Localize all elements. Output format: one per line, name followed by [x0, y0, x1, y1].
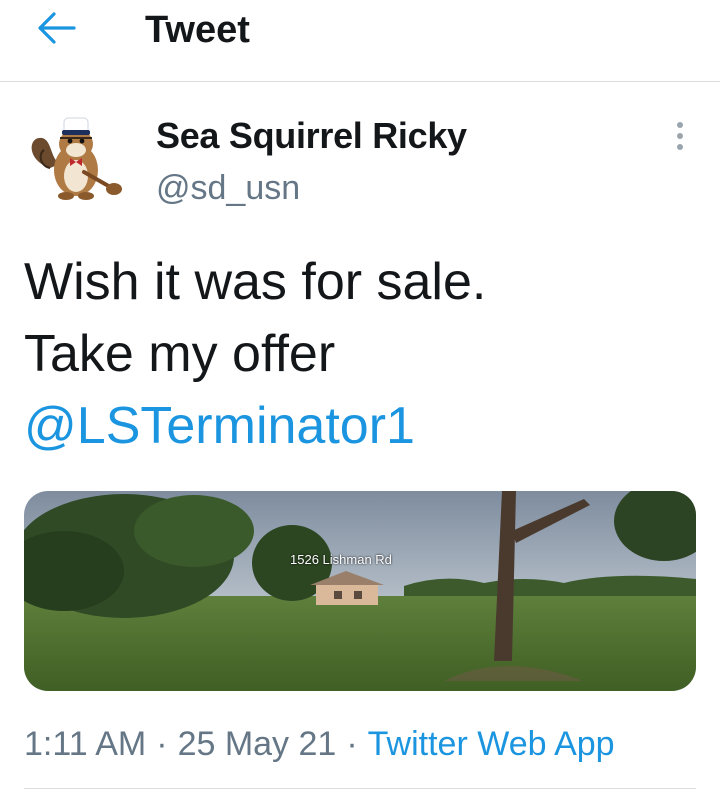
- page-title: Tweet: [145, 9, 250, 51]
- chipmunk-avatar-icon: [31, 117, 122, 200]
- tweet-date[interactable]: 25 May 21: [178, 725, 337, 763]
- mention-link[interactable]: @LSTerminator1: [24, 397, 415, 455]
- divider: [24, 788, 696, 789]
- arrow-left-icon: [38, 12, 76, 44]
- top-bar: Tweet: [0, 0, 720, 82]
- avatar[interactable]: [20, 108, 130, 208]
- street-view-photo-icon: [24, 491, 696, 691]
- more-dot-icon: [677, 122, 683, 128]
- more-dot-icon: [677, 133, 683, 139]
- separator: ·: [346, 725, 358, 763]
- author-name[interactable]: Sea Squirrel Ricky: [156, 114, 467, 158]
- tweet-line: Take my offer: [24, 325, 336, 383]
- back-button[interactable]: [34, 8, 78, 48]
- tweet-meta: 1:11 AM · 25 May 21 · Twitter Web App: [24, 720, 615, 768]
- separator: ·: [156, 725, 168, 763]
- tweet-line: Wish it was for sale.: [24, 253, 487, 311]
- tweet-source-link[interactable]: Twitter Web App: [368, 725, 615, 763]
- more-dot-icon: [677, 144, 683, 150]
- media-caption: 1526 Lishman Rd: [290, 552, 392, 567]
- tweet-time[interactable]: 1:11 AM: [24, 725, 146, 763]
- tweet-media-photo[interactable]: 1526 Lishman Rd: [24, 491, 696, 691]
- tweet-text: Wish it was for sale. Take my offer @LST…: [24, 246, 704, 462]
- more-options-button[interactable]: [664, 118, 696, 158]
- author-handle[interactable]: @sd_usn: [156, 166, 300, 210]
